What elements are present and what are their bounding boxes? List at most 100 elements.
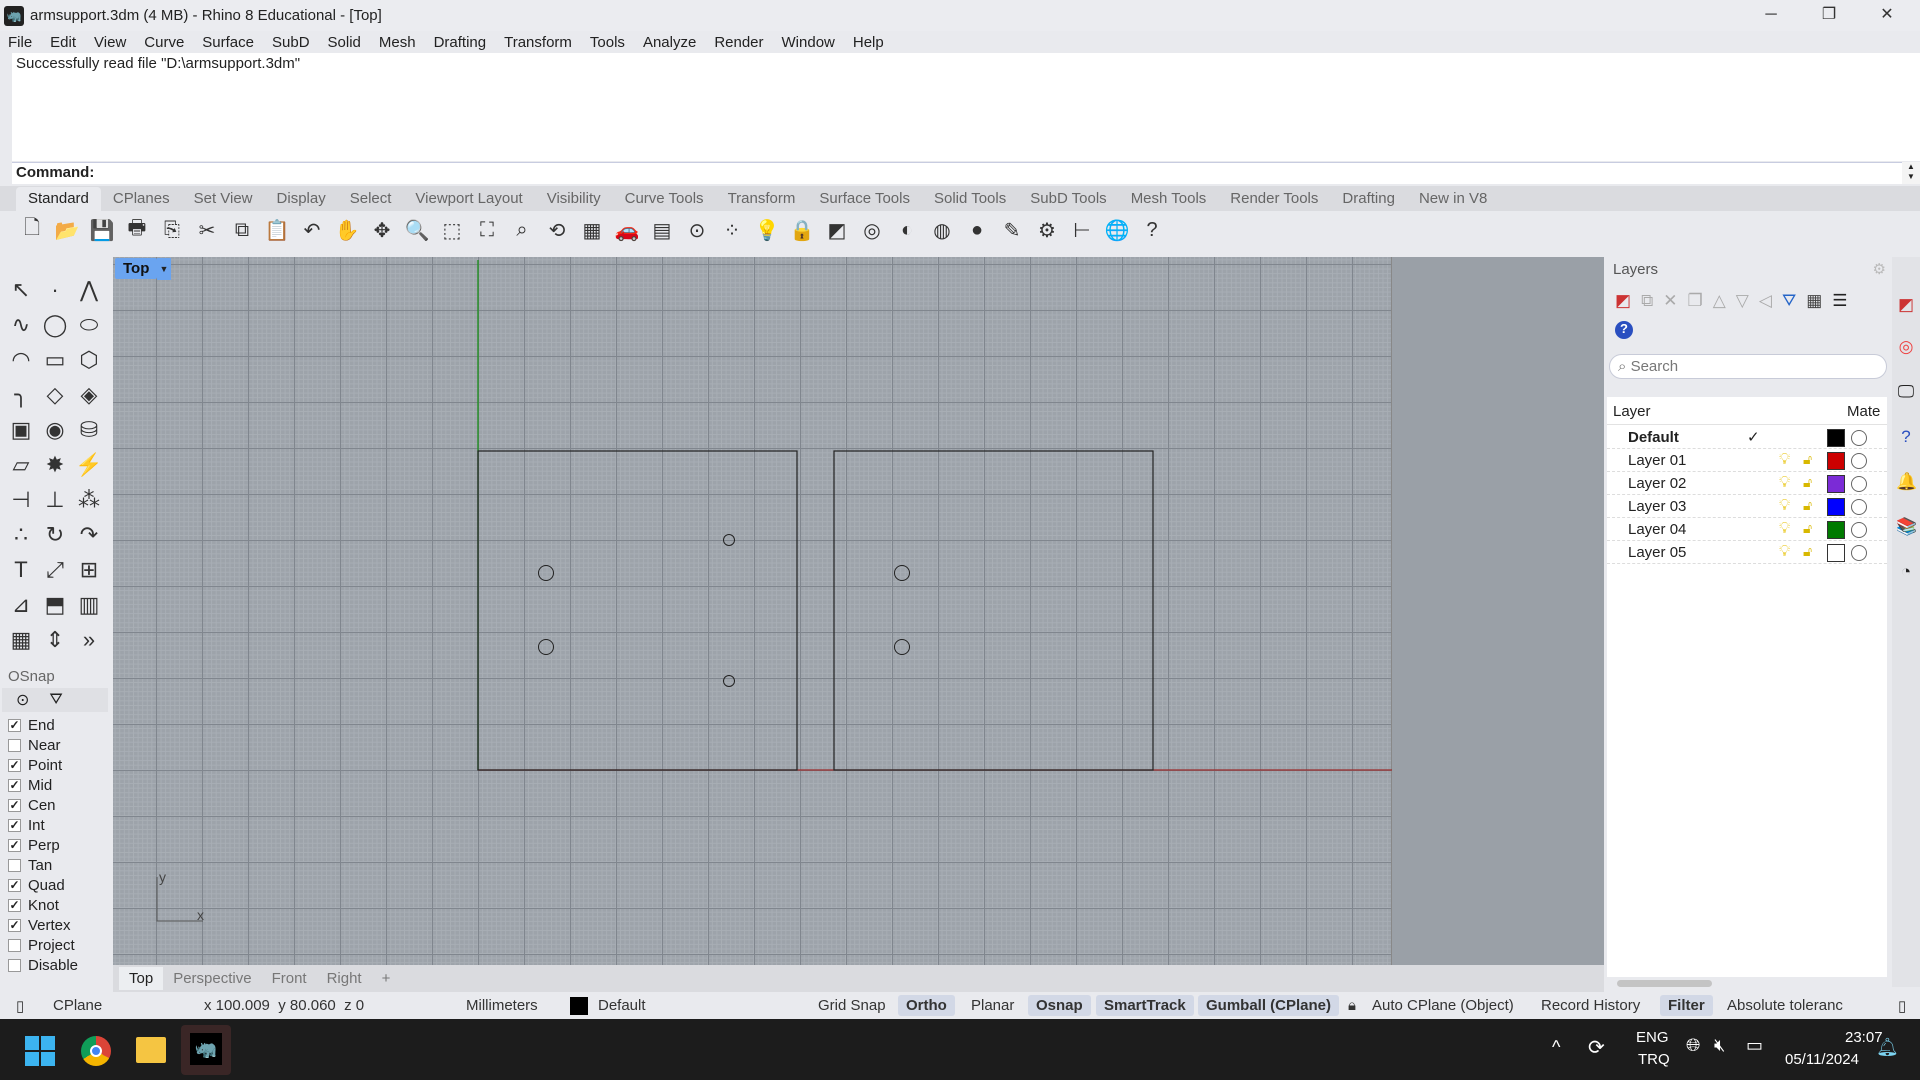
unlocked-icon[interactable]: 🔓︎ [1803,543,1812,560]
zoom-icon[interactable]: 🔍 [403,216,431,244]
visible-bulb-icon[interactable]: 💡︎ [1779,451,1790,469]
osnap-tan[interactable]: Tan [0,855,110,875]
menu-subd[interactable]: SubD [272,34,310,51]
curve-icon[interactable]: ∿ [4,307,38,342]
select-arrow-icon[interactable]: ↖ [4,272,38,307]
menu-analyze[interactable]: Analyze [643,34,696,51]
ortho-toggle[interactable]: Ortho [898,995,955,1016]
checkbox[interactable] [8,958,21,972]
help-panel-icon[interactable]: ? [1896,427,1916,447]
osnap-int[interactable]: ✓ Int [0,815,110,835]
named-views-icon[interactable]: ◔ [1896,562,1916,582]
move-up-icon[interactable]: △ [1713,291,1726,311]
visible-bulb-icon[interactable]: 💡︎ [1779,497,1790,515]
print-icon[interactable]: 🖶 [123,216,151,244]
checkbox[interactable] [8,938,21,952]
restore-button[interactable]: ❐ [1800,0,1858,31]
tab-subd-tools[interactable]: SubD Tools [1018,187,1118,211]
command-prompt[interactable]: Command: [12,162,1902,184]
menu-window[interactable]: Window [782,34,835,51]
tab-cplanes[interactable]: CPlanes [101,187,182,211]
menu-curve[interactable]: Curve [144,34,184,51]
rectangle-icon[interactable]: ▭ [38,342,72,377]
tab-set-view[interactable]: Set View [182,187,265,211]
tab-mesh-tools[interactable]: Mesh Tools [1119,187,1219,211]
tab-drafting[interactable]: Drafting [1330,187,1407,211]
rendered-sphere-icon[interactable]: ◍ [928,216,956,244]
menu-surface[interactable]: Surface [202,34,254,51]
unlocked-icon[interactable]: 🔓︎ [1803,497,1812,514]
planar-toggle[interactable]: Planar [963,995,1022,1016]
tab-visibility[interactable]: Visibility [535,187,613,211]
ortho-pencil-icon[interactable]: ✎ [998,216,1026,244]
notification-bell-icon[interactable]: 🔔︎ [1876,1037,1899,1058]
checkbox[interactable] [8,738,21,752]
osnap-knot[interactable]: ✓ Knot [0,895,110,915]
save-icon[interactable]: 💾 [88,216,116,244]
status-cplane[interactable]: CPlane [45,995,110,1016]
windows-start-icon[interactable] [25,1036,55,1066]
show-hidden-icons[interactable]: ^ [1552,1037,1560,1058]
copy-layer-icon[interactable]: ❐ [1687,291,1702,311]
move-down-icon[interactable]: ▽ [1736,291,1749,311]
circle-icon[interactable]: ◯ [38,307,72,342]
gumball-toggle[interactable]: Gumball (CPlane) [1198,995,1340,1016]
open-icon[interactable]: 📂 [53,216,81,244]
array-grid-icon[interactable]: ▦ [4,622,38,657]
lock-icon[interactable]: 🔒 [788,216,816,244]
toggle-panel-icon[interactable]: ▯ [8,995,32,1017]
material-circle[interactable] [1851,499,1867,515]
layers-h-scrollbar[interactable] [1617,980,1712,987]
checkbox[interactable] [8,858,21,872]
layer-icon[interactable]: ◩ [823,216,851,244]
status-layer[interactable]: Default [590,995,654,1016]
undo-view-icon[interactable]: ⟲ [543,216,571,244]
cut-icon[interactable]: ✂ [193,216,221,244]
status-units[interactable]: Millimeters [458,995,546,1016]
osnap-filter-icon[interactable]: ⛛ [49,691,62,709]
four-viewports-icon[interactable]: ▦ [578,216,606,244]
layer-color-swatch[interactable] [1827,544,1845,562]
ellipse-icon[interactable]: ⬭ [72,307,106,342]
osnap-mid[interactable]: ✓ Mid [0,775,110,795]
osnap-vertex[interactable]: ✓ Vertex [0,915,110,935]
grid-icon[interactable]: ▤ [648,216,676,244]
cplane-icon[interactable]: ⊙ [683,216,711,244]
osnap-toggle[interactable]: Osnap [1028,995,1091,1016]
tab-render-tools[interactable]: Render Tools [1218,187,1330,211]
render-icon[interactable]: ● [963,216,991,244]
layer-color-swatch[interactable] [1827,475,1845,493]
osnap-cen[interactable]: ✓ Cen [0,795,110,815]
checkbox[interactable]: ✓ [8,718,21,732]
record-history-toggle[interactable]: Record History [1533,995,1648,1016]
panel-settings-icon[interactable]: ⚙ [1873,260,1886,278]
explode-icon[interactable]: ✸ [38,447,72,482]
keyboard-layout[interactable]: TRQ [1638,1051,1670,1068]
group-icon[interactable]: ⁂ [72,482,106,517]
osnap-near[interactable]: Near [0,735,110,755]
viewport-tab-perspective[interactable]: Perspective [163,967,261,990]
tab-transform[interactable]: Transform [716,187,808,211]
viewport-menu-icon[interactable]: ▼ [157,258,171,280]
osnap-target-icon[interactable]: ⊙ [16,690,29,710]
close-button[interactable]: ✕ [1858,0,1916,31]
layer-name[interactable]: Default [1628,429,1679,446]
network-icon[interactable]: 🌐︎ [1686,1035,1700,1056]
split-icon[interactable]: ⊣ [4,482,38,517]
osnap-disable[interactable]: Disable [0,955,110,975]
rotate-icon[interactable]: ↻ [38,517,72,552]
zoom-extents-icon[interactable]: ⛶ [473,216,501,244]
dimension-icon[interactable]: ⊿ [4,587,38,622]
osnap-end[interactable]: ✓ End [0,715,110,735]
file-explorer-icon[interactable] [136,1037,166,1063]
notifications-bell-icon[interactable]: 🔔 [1896,472,1917,492]
extrude-icon[interactable]: ⊥ [38,482,72,517]
paste-icon[interactable]: 📋 [263,216,291,244]
tab-curve-tools[interactable]: Curve Tools [613,187,716,211]
arc-icon[interactable]: ◠ [4,342,38,377]
new-sublayer-icon[interactable]: ⧉ [1641,291,1653,311]
cylinder-icon[interactable]: ⛁ [72,412,106,447]
menu-help[interactable]: Help [853,34,884,51]
export-icon[interactable]: ⎘ [158,216,186,244]
points-icon[interactable]: ⁘ [718,216,746,244]
